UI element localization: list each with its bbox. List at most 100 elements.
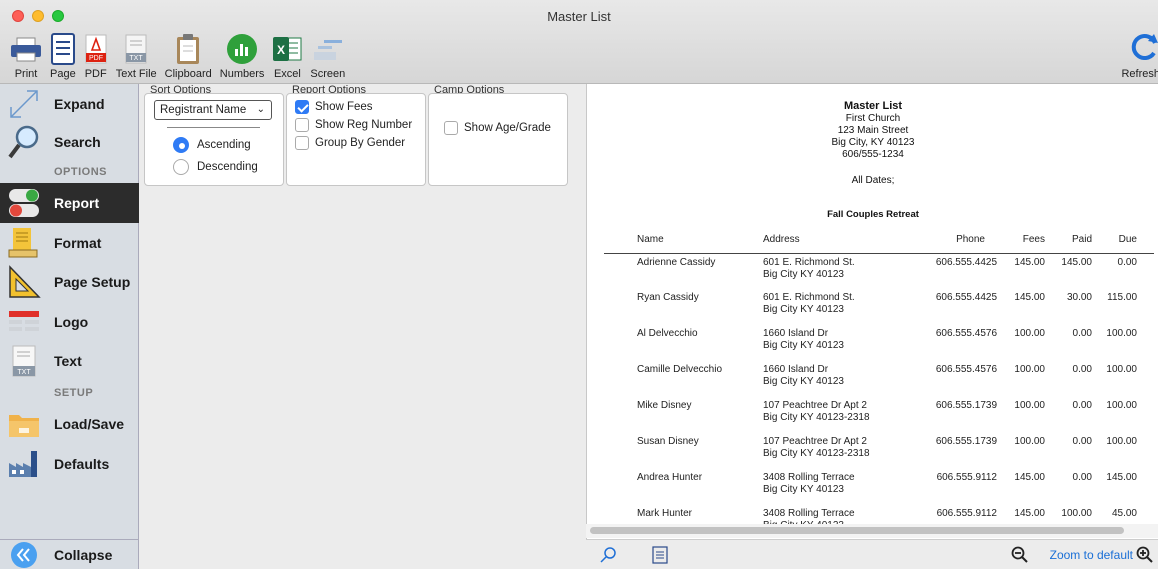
row-paid: 0.00 xyxy=(1072,436,1092,447)
row-fees: 100.00 xyxy=(1014,328,1045,339)
row-paid: 0.00 xyxy=(1072,364,1092,375)
sort-divider xyxy=(167,127,260,128)
sort-field-value: Registrant Name xyxy=(160,104,247,116)
text-file-button[interactable]: TXT Text File xyxy=(112,28,161,80)
row-due: 145.00 xyxy=(1106,472,1137,483)
row-name: Ryan Cassidy xyxy=(637,292,699,303)
descending-radio[interactable]: Descending xyxy=(173,159,258,175)
table-row: Susan Disney 107 Peachtree Dr Apt 2 Big … xyxy=(587,436,1158,470)
clipboard-button[interactable]: Clipboard xyxy=(161,28,216,80)
zoom-in-icon[interactable] xyxy=(1136,546,1154,567)
group-by-gender-check[interactable] xyxy=(295,136,309,150)
sidebar: Expand Search OPTIONS Report Format Page… xyxy=(0,84,139,569)
screen-button[interactable]: Screen xyxy=(306,28,349,80)
svg-text:X: X xyxy=(277,43,285,57)
sidebar-item-expand[interactable]: Expand xyxy=(0,84,139,124)
row-paid: 0.00 xyxy=(1072,400,1092,411)
show-fees-checkbox[interactable]: Show Fees xyxy=(295,100,373,114)
show-age-grade-check[interactable] xyxy=(444,121,458,135)
numbers-label: Numbers xyxy=(219,68,265,80)
row-due: 100.00 xyxy=(1106,436,1137,447)
numbers-button[interactable]: Numbers xyxy=(216,28,269,80)
sidebar-label-logo: Logo xyxy=(54,314,89,330)
text-file-label: Text File xyxy=(115,68,157,80)
set-square-icon xyxy=(2,262,46,302)
table-row: Ryan Cassidy 601 E. Richmond St. Big Cit… xyxy=(587,292,1158,326)
pdf-icon: PDF xyxy=(84,32,108,66)
find-icon[interactable] xyxy=(598,545,618,568)
sidebar-item-report[interactable]: Report xyxy=(0,183,139,223)
row-name: Camille Delvecchio xyxy=(637,364,723,375)
row-fees: 145.00 xyxy=(1014,472,1045,483)
show-reg-number-checkbox[interactable]: Show Reg Number xyxy=(295,118,412,132)
row-address-2: Big City KY 40123 xyxy=(763,340,844,351)
sidebar-label-text: Text xyxy=(54,353,82,369)
row-phone: 606.555.4576 xyxy=(935,328,997,339)
print-label: Print xyxy=(14,68,38,80)
col-header-paid: Paid xyxy=(1071,234,1092,245)
logo-icon xyxy=(2,302,46,342)
row-due: 115.00 xyxy=(1107,292,1137,303)
report-city: Big City, KY 40123 xyxy=(831,137,915,148)
excel-button[interactable]: X Excel xyxy=(268,28,306,80)
expand-icon xyxy=(2,84,46,124)
row-address-1: 3408 Rolling Terrace xyxy=(763,472,855,483)
sidebar-item-collapse[interactable]: Collapse xyxy=(0,540,139,569)
row-due: 0.00 xyxy=(1117,257,1137,268)
descending-radio-button[interactable] xyxy=(173,159,189,175)
page-icon xyxy=(50,32,75,66)
clipboard-label: Clipboard xyxy=(164,68,212,80)
group-by-gender-label: Group By Gender xyxy=(315,137,406,149)
show-reg-number-check[interactable] xyxy=(295,118,309,132)
table-row: Camille Delvecchio 1660 Island Dr Big Ci… xyxy=(587,364,1158,398)
pdf-label: PDF xyxy=(84,68,107,80)
factory-icon xyxy=(2,444,46,484)
sidebar-item-page-setup[interactable]: Page Setup xyxy=(0,262,139,302)
printer-icon xyxy=(10,32,42,66)
sidebar-item-search[interactable]: Search xyxy=(0,122,139,162)
row-address-2: Big City KY 40123-2318 xyxy=(763,448,870,459)
screen-icon xyxy=(312,32,344,66)
sidebar-item-format[interactable]: Format xyxy=(0,223,139,263)
page-label: Page xyxy=(50,68,76,80)
col-header-due: Due xyxy=(1118,234,1137,245)
horizontal-scrollbar[interactable] xyxy=(586,524,1158,538)
sidebar-label-page-setup: Page Setup xyxy=(54,274,131,290)
pdf-button[interactable]: PDF PDF xyxy=(80,28,112,80)
sidebar-label-format: Format xyxy=(54,235,102,251)
ascending-radio-button[interactable] xyxy=(173,137,189,153)
row-due: 100.00 xyxy=(1106,328,1137,339)
refresh-icon xyxy=(1130,31,1158,66)
table-row: Al Delvecchio 1660 Island Dr Big City KY… xyxy=(587,328,1158,362)
show-fees-check[interactable] xyxy=(295,100,309,114)
ascending-radio[interactable]: Ascending xyxy=(173,137,251,153)
print-button[interactable]: Print xyxy=(6,28,46,80)
sidebar-item-load-save[interactable]: Load/Save xyxy=(0,404,139,444)
row-phone: 606.555.4425 xyxy=(935,292,997,303)
row-fees: 100.00 xyxy=(1014,436,1045,447)
row-address-1: 1660 Island Dr xyxy=(763,364,829,375)
row-due: 100.00 xyxy=(1106,364,1137,375)
show-age-grade-checkbox[interactable]: Show Age/Grade xyxy=(444,121,551,135)
row-address-2: Big City KY 40123 xyxy=(763,376,844,387)
excel-label: Excel xyxy=(273,68,301,80)
page-button[interactable]: Page xyxy=(46,28,80,80)
row-phone: 606.555.4425 xyxy=(935,257,997,268)
row-paid: 0.00 xyxy=(1072,472,1092,483)
sidebar-item-defaults[interactable]: Defaults xyxy=(0,444,139,484)
group-by-gender-checkbox[interactable]: Group By Gender xyxy=(295,136,405,150)
scrollbar-thumb[interactable] xyxy=(590,527,1124,534)
preview-footer: Zoom to default xyxy=(586,539,1158,569)
row-address-1: 1660 Island Dr xyxy=(763,328,829,339)
sidebar-item-logo[interactable]: Logo xyxy=(0,302,139,342)
refresh-button[interactable]: Refresh xyxy=(1121,28,1158,80)
sort-options-box: Registrant Name ⌄ Ascending Descending xyxy=(144,93,284,186)
page-view-icon[interactable] xyxy=(652,545,668,568)
sort-field-select[interactable]: Registrant Name ⌄ xyxy=(154,100,272,120)
row-name: Adrienne Cassidy xyxy=(637,257,716,268)
sidebar-item-text[interactable]: TXT Text xyxy=(0,341,139,381)
row-address-1: 107 Peachtree Dr Apt 2 xyxy=(763,400,867,411)
zoom-to-default-link[interactable]: Zoom to default xyxy=(1050,548,1133,562)
toolbar: Print Page PDF PDF TXT Text File Clipboa… xyxy=(6,28,349,80)
zoom-out-icon[interactable] xyxy=(1011,546,1029,567)
